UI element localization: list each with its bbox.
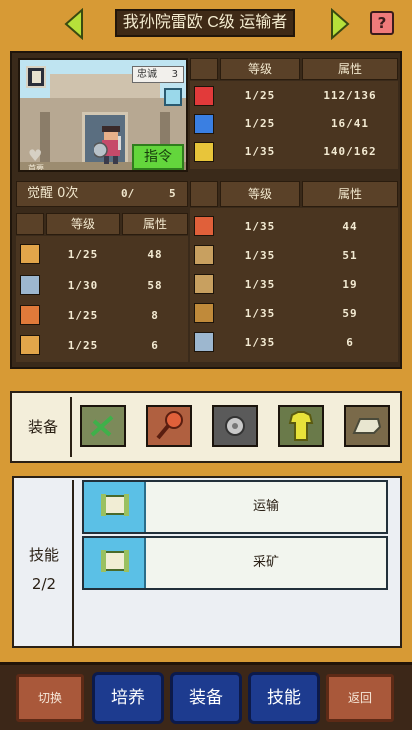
scroll-icon xyxy=(101,494,129,516)
combat-level: 1/25 xyxy=(67,339,99,352)
combat-level: 1/25 xyxy=(67,248,99,261)
awakening-count: 0/ xyxy=(121,187,135,200)
prev-arrow-icon[interactable] xyxy=(64,8,84,40)
vitals-header-attr: 属性 xyxy=(302,58,398,80)
vitals-level: 1/25 xyxy=(244,89,276,102)
work-header-attr: 属性 xyxy=(302,181,398,207)
swap-icon xyxy=(20,305,40,325)
skill-button[interactable]: 技能 xyxy=(248,672,320,724)
pickaxe-icon xyxy=(194,245,214,265)
heart-icon: ♥ xyxy=(28,146,43,165)
work-level: 1/35 xyxy=(244,278,276,291)
star-icon xyxy=(20,335,40,355)
combat-level: 1/25 xyxy=(67,309,99,322)
equip-slot-bow[interactable] xyxy=(80,405,126,447)
crate-icon xyxy=(194,216,214,236)
command-button[interactable]: 指令 xyxy=(132,144,184,170)
bow-icon xyxy=(90,415,114,437)
work-level: 1/35 xyxy=(244,307,276,320)
shovel-icon xyxy=(194,274,214,294)
work-attr: 19 xyxy=(342,278,358,291)
combat-attr: 6 xyxy=(151,339,159,352)
skills-label: 技能 xyxy=(28,546,59,564)
page-title: 我孙院雷欧 C级 运输者 xyxy=(115,9,295,37)
equip-slot-boots[interactable] xyxy=(344,405,390,447)
vitals-level: 1/25 xyxy=(244,117,276,130)
awakening-max: 5 xyxy=(169,187,176,200)
bottom-bar: 切换 培养 装备 技能 返回 xyxy=(0,662,412,730)
vitals-header-blank xyxy=(190,58,218,80)
equip-button[interactable]: 装备 xyxy=(170,672,242,724)
combat-header-blank xyxy=(16,213,44,235)
character-sprite xyxy=(94,126,121,164)
train-button[interactable]: 培养 xyxy=(92,672,164,724)
scroll-icon xyxy=(101,550,129,572)
book-icon xyxy=(26,66,46,88)
equipment-panel: 装备 xyxy=(10,391,402,463)
skills-panel: 技能 2/2 运输 采矿 xyxy=(12,476,402,648)
boot-icon xyxy=(194,142,214,162)
awakening-row: 觉醒 0次 0/ 5 xyxy=(16,181,188,207)
vitals-attr: 16/41 xyxy=(330,117,370,130)
work-attr: 51 xyxy=(342,249,358,262)
combat-level: 1/30 xyxy=(67,279,99,292)
combat-header-level: 等级 xyxy=(46,213,120,235)
vitals-attr: 112/136 xyxy=(323,89,377,102)
skill-name: 运输 xyxy=(252,499,279,514)
header-bar: 我孙院雷欧 C级 运输者 ? xyxy=(0,0,412,46)
skill-name: 采矿 xyxy=(252,555,279,570)
potion-icon xyxy=(194,114,214,134)
skills-count: 2/2 xyxy=(31,575,57,593)
switch-button[interactable]: 切换 xyxy=(16,674,84,722)
work-header-blank xyxy=(190,181,218,207)
equip-slot-racket[interactable] xyxy=(146,405,192,447)
shield-icon xyxy=(20,275,40,295)
equipment-label: 装备 xyxy=(16,397,72,457)
help-button[interactable]: ? xyxy=(370,11,394,35)
combat-attr: 58 xyxy=(147,279,163,292)
work-attr: 6 xyxy=(346,336,354,349)
work-level: 1/35 xyxy=(244,336,276,349)
combat-header-attr: 属性 xyxy=(122,213,188,235)
loyalty-label: 忠诚 xyxy=(137,69,157,80)
character-portrait: 忠诚 3 ♥ 首要 指令 xyxy=(18,58,188,172)
skill-icon-box xyxy=(84,482,146,532)
vitals-level: 1/35 xyxy=(244,145,276,158)
shirt-icon xyxy=(288,411,314,441)
gear-icon xyxy=(225,416,245,436)
basket-icon xyxy=(194,303,214,323)
skill-icon-box xyxy=(84,538,146,588)
heart-icon xyxy=(194,86,214,106)
view-toggle-icon[interactable] xyxy=(164,88,182,106)
heart-caption: 首要 xyxy=(28,164,44,172)
racket-icon xyxy=(156,411,183,440)
sword-icon xyxy=(20,244,40,264)
work-attr: 44 xyxy=(342,220,358,233)
loyalty-badge: 忠诚 3 xyxy=(132,66,184,83)
work-level: 1/35 xyxy=(244,249,276,262)
awakening-label: 觉醒 0次 xyxy=(27,186,79,201)
next-arrow-icon[interactable] xyxy=(330,8,350,40)
work-level: 1/35 xyxy=(244,220,276,233)
skill-row-transport[interactable]: 运输 xyxy=(82,480,388,534)
stats-panel: 忠诚 3 ♥ 首要 指令 等级 属性 1/25 112/136 1/25 16/… xyxy=(10,51,402,369)
back-button[interactable]: 返回 xyxy=(326,674,394,722)
work-attr: 59 xyxy=(342,307,358,320)
boots-icon xyxy=(352,418,382,434)
combat-attr: 48 xyxy=(147,248,163,261)
skill-row-mining[interactable]: 采矿 xyxy=(82,536,388,590)
equip-slot-shirt[interactable] xyxy=(278,405,324,447)
loyalty-value: 3 xyxy=(171,69,178,80)
skills-label-box: 技能 2/2 xyxy=(16,480,74,646)
vitals-attr: 140/162 xyxy=(323,145,377,158)
watering-can-icon xyxy=(194,332,214,352)
vitals-header-level: 等级 xyxy=(220,58,300,80)
equip-slot-gear[interactable] xyxy=(212,405,258,447)
combat-attr: 8 xyxy=(151,309,159,322)
work-header-level: 等级 xyxy=(220,181,300,207)
